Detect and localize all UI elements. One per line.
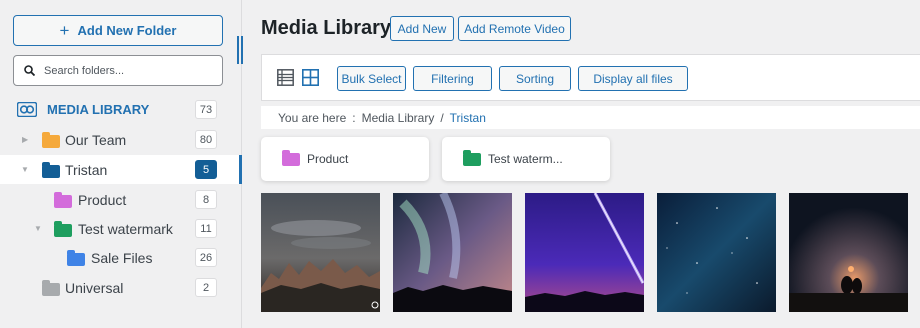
- bulk-select-button[interactable]: Bulk Select: [337, 66, 406, 91]
- breadcrumb-slash: /: [440, 110, 444, 125]
- media-main: Media Library Add New Add Remote Video B…: [242, 0, 920, 328]
- folder-icon: [42, 280, 60, 296]
- tree-item-label: Product: [78, 191, 127, 208]
- tree-item-sale-files[interactable]: Sale Files 26: [0, 243, 241, 272]
- breadcrumb-current[interactable]: Tristan: [450, 111, 486, 125]
- breadcrumb-prefix: You are here: [278, 110, 347, 125]
- sorting-button[interactable]: Sorting: [499, 66, 571, 91]
- breadcrumb-media-library[interactable]: Media Library: [362, 111, 435, 125]
- tree-item-label: Test watermark: [78, 220, 173, 237]
- subfolder-label: Product: [307, 152, 349, 166]
- filtering-button[interactable]: Filtering: [413, 66, 492, 91]
- plus-icon: +: [59, 21, 70, 40]
- folder-icon: [54, 221, 72, 237]
- tree-item-label: Our Team: [65, 131, 127, 148]
- add-new-folder-label: Add New Folder: [77, 23, 177, 38]
- folder-count: 80: [195, 130, 217, 149]
- folder-count: 26: [195, 248, 217, 267]
- media-thumbnail[interactable]: [789, 193, 908, 312]
- breadcrumb: You are here : Media Library / Tristan: [261, 106, 920, 129]
- subfolder-card-test-watermark[interactable]: Test waterm...: [442, 137, 610, 181]
- breadcrumb-colon: :: [352, 110, 356, 125]
- tree-item-universal[interactable]: Universal 2: [0, 273, 241, 302]
- folder-icon: [67, 250, 85, 266]
- page-title: Media Library: [261, 17, 392, 39]
- tree-item-label: Tristan: [65, 161, 108, 178]
- search-folders-input[interactable]: [44, 64, 204, 77]
- media-library-logo-icon: [17, 102, 37, 117]
- folder-icon: [42, 162, 60, 178]
- media-thumbnail[interactable]: [261, 193, 380, 312]
- tree-item-media-library[interactable]: MEDIA LIBRARY 73: [0, 95, 241, 124]
- expand-arrow-icon[interactable]: ▶: [22, 135, 28, 144]
- folder-count: 5: [195, 160, 217, 179]
- add-remote-video-button[interactable]: Add Remote Video: [458, 16, 571, 41]
- tree-item-our-team[interactable]: ▶ Our Team 80: [0, 125, 241, 154]
- folder-icon: [54, 192, 72, 208]
- media-library-label: MEDIA LIBRARY: [47, 102, 150, 117]
- folder-icon: [282, 149, 300, 166]
- collapse-arrow-icon[interactable]: ▼: [34, 224, 42, 233]
- media-toolbar: Bulk Select Filtering Sorting Display al…: [261, 54, 920, 101]
- grid-view-icon[interactable]: [302, 69, 319, 86]
- folder-count: 8: [195, 190, 217, 209]
- tree-item-product[interactable]: Product 8: [0, 185, 241, 214]
- add-new-folder-button[interactable]: + Add New Folder: [13, 15, 223, 46]
- search-folders-field[interactable]: [13, 55, 223, 86]
- media-library-count: 73: [195, 100, 217, 119]
- media-thumbnail[interactable]: [525, 193, 644, 312]
- collapse-arrow-icon[interactable]: ▼: [21, 165, 29, 174]
- folder-count: 11: [195, 219, 217, 238]
- tree-item-label: Universal: [65, 279, 124, 296]
- tree-item-label: Sale Files: [91, 249, 153, 266]
- folder-icon: [463, 149, 481, 166]
- search-icon: [24, 65, 35, 76]
- list-view-icon[interactable]: [277, 69, 294, 86]
- media-thumbnail[interactable]: [657, 193, 776, 312]
- tree-item-tristan[interactable]: ▼ Tristan 5: [0, 155, 242, 184]
- folder-sidebar: + Add New Folder MEDIA LIBRARY 73 ▶ Our …: [0, 0, 242, 328]
- display-all-files-button[interactable]: Display all files: [578, 66, 688, 91]
- subfolder-card-product[interactable]: Product: [261, 137, 429, 181]
- folder-count: 2: [195, 278, 217, 297]
- subfolder-label: Test waterm...: [488, 152, 563, 166]
- media-thumbnail[interactable]: [393, 193, 512, 312]
- folder-icon: [42, 132, 60, 148]
- add-new-button[interactable]: Add New: [390, 16, 454, 41]
- tree-item-test-watermark[interactable]: ▼ Test watermark 11: [0, 214, 241, 243]
